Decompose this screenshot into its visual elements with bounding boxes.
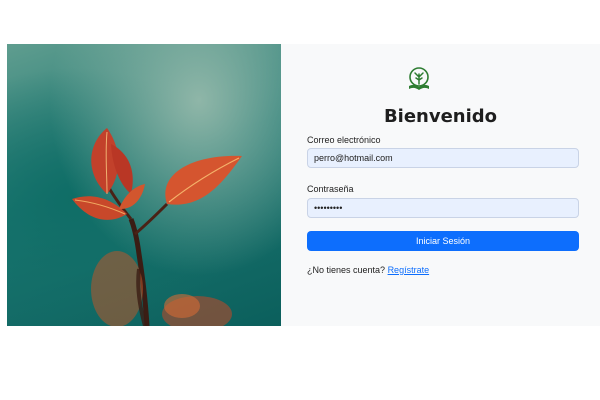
email-field[interactable]: perro@hotmail.com bbox=[307, 148, 579, 168]
email-label: Correo electrónico bbox=[307, 135, 381, 145]
page-title: Bienvenido bbox=[383, 106, 498, 127]
signup-prompt: ¿No tienes cuenta? Regístrate bbox=[307, 265, 429, 275]
login-card: Bienvenido Correo electrónico perro@hotm… bbox=[7, 44, 600, 326]
plant-illustration bbox=[72, 128, 242, 326]
login-form-pane: Bienvenido Correo electrónico perro@hotm… bbox=[281, 44, 600, 326]
password-field[interactable]: ••••••••• bbox=[307, 198, 579, 218]
hero-image bbox=[7, 44, 281, 326]
signup-link[interactable]: Regístrate bbox=[388, 265, 430, 275]
login-button[interactable]: Iniciar Sesión bbox=[307, 231, 579, 251]
signup-prompt-text: ¿No tienes cuenta? bbox=[307, 265, 386, 275]
tree-book-logo-icon bbox=[409, 67, 429, 90]
password-label: Contraseña bbox=[307, 184, 354, 194]
